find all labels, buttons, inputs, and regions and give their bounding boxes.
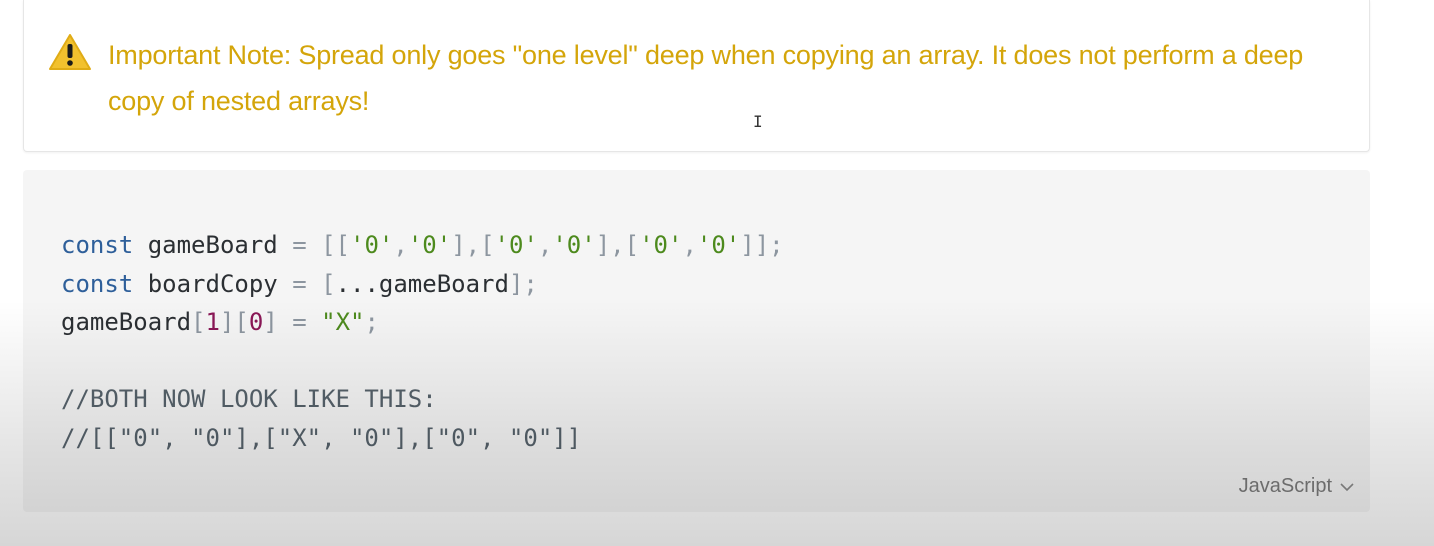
code-token: = [277,308,322,336]
code-token: "X" [321,308,365,336]
code-token: ] [263,308,278,336]
code-line: //BOTH NOW LOOK LIKE THIS: [61,380,784,419]
code-token: ][ [219,308,249,336]
code-token: ]]; [740,231,784,259]
code-token: ],[ [451,231,495,259]
code-token: = [292,269,307,298]
code-block-container: const gameBoard = [['0','0'],['0','0'],[… [23,170,1370,512]
warning-icon [48,33,92,71]
code-line: //[["0", "0"],["X", "0"],["0", "0"]] [61,419,784,458]
code-line: const gameBoard = [['0','0'],['0','0'],[… [61,226,784,265]
code-token: [ [191,308,206,336]
code-token: [[ [306,231,351,259]
code-token: ; [364,308,379,336]
code-token: //BOTH NOW LOOK LIKE THIS: [61,385,437,413]
code-token: , [682,231,697,259]
code-token: gameBoard [61,308,192,336]
code-token: ...gameBoard [335,269,509,298]
code-block[interactable]: const gameBoard = [['0','0'],['0','0'],[… [61,226,784,457]
code-token: '0' [696,231,741,259]
code-token: '0' [350,231,394,259]
code-token: 0 [248,308,264,336]
chevron-down-icon [1340,482,1354,491]
code-token: , [537,231,553,259]
code-token: = [292,231,307,259]
language-label: JavaScript [1238,475,1332,497]
note-text: Important Note: Spread only goes "one le… [108,40,1304,116]
code-token: '0' [494,231,538,259]
code-token: '0' [552,231,596,259]
code-token: const [61,231,134,259]
code-token: '0' [639,231,683,259]
code-token: boardCopy [133,269,293,298]
code-token: [ [306,269,336,298]
code-token: 1 [205,308,220,336]
code-token: '0' [407,231,452,259]
language-selector[interactable]: JavaScript [1239,475,1354,498]
code-line: const boardCopy = [...gameBoard]; [61,265,784,304]
code-token: //[["0", "0"],["X", "0"],["0", "0"]] [61,423,582,452]
code-token: gameBoard [133,231,293,259]
text-cursor: I [753,112,763,131]
code-token: ],[ [595,231,640,259]
code-token: , [393,231,408,259]
code-token: const [61,269,134,298]
important-note-callout: Important Note: Spread only goes "one le… [23,0,1370,152]
code-token: ]; [508,269,538,298]
code-line: gameBoard[1][0] = "X"; [61,303,784,342]
